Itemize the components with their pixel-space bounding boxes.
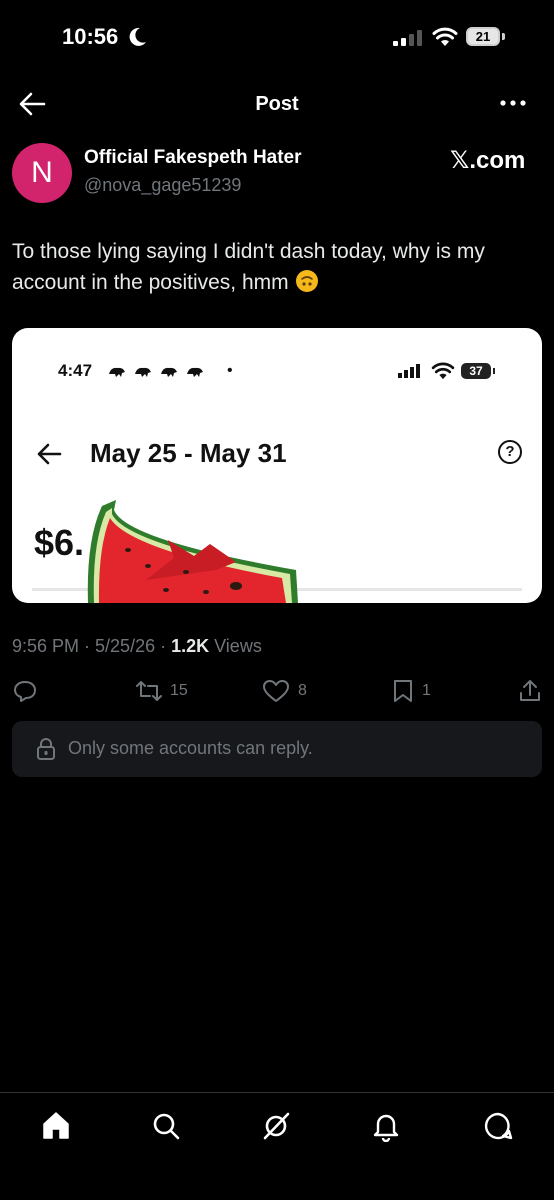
embedded-battery-indicator: 37 (461, 363, 491, 379)
wifi-icon (432, 27, 458, 46)
share-button[interactable] (518, 678, 542, 704)
cell-signal-icon (393, 30, 422, 46)
search-icon[interactable] (150, 1110, 182, 1142)
embedded-date-range: May 25 - May 31 (90, 438, 287, 468)
heart-icon (263, 680, 289, 702)
embedded-earnings-amount: $6. (34, 522, 85, 563)
messages-icon[interactable] (482, 1110, 514, 1142)
author-name[interactable]: Official Fakespeth Hater (84, 147, 302, 169)
post-image[interactable]: 4:47 • 37 May 25 - May 31 ? $6. (12, 328, 542, 603)
x-com-watermark: 𝕏.com (450, 147, 526, 174)
embedded-status-dot: • (227, 362, 233, 379)
repost-count: 15 (170, 682, 188, 699)
embedded-back-arrow-icon (37, 443, 62, 465)
avatar[interactable]: N (12, 143, 72, 203)
bird-notification-icon (109, 367, 125, 377)
bookmark-button[interactable]: 1 (392, 678, 431, 704)
reply-restriction-text: Only some accounts can reply. (68, 738, 313, 758)
reply-button[interactable] (12, 678, 38, 704)
bookmark-count: 1 (422, 682, 431, 699)
lock-icon (37, 738, 55, 760)
reply-icon (14, 681, 36, 702)
embedded-status-time: 4:47 (58, 361, 93, 380)
home-icon[interactable] (40, 1110, 72, 1142)
bird-notification-icon (161, 367, 177, 377)
more-options-icon[interactable] (496, 92, 530, 114)
battery-tip (502, 33, 505, 40)
post-timestamp: 9:56 PM · 5/25/26 · (12, 636, 172, 656)
watermelon-sticker-icon (87, 500, 299, 603)
embedded-battery-tip (493, 368, 495, 374)
post-meta: 9:56 PM · 5/25/26 · 1.2K Views (12, 636, 262, 657)
views-label: Views (209, 636, 262, 656)
embedded-help-icon: ? (498, 440, 522, 464)
status-time: 10:56 (62, 24, 119, 49)
moon-icon (129, 27, 146, 46)
grok-icon[interactable] (260, 1110, 292, 1142)
views-count: 1.2K (171, 636, 210, 656)
post-body: To those lying saying I didn't dash toda… (12, 240, 485, 294)
reply-restriction-banner: Only some accounts can reply. (12, 721, 542, 777)
embedded-signal-icon (398, 364, 420, 378)
like-button[interactable]: 8 (262, 678, 307, 704)
embedded-wifi-icon (431, 362, 455, 380)
repost-icon (136, 681, 162, 701)
repost-button[interactable]: 15 (136, 678, 188, 704)
upside-down-face-emoji-icon (296, 270, 319, 292)
page-title: Post (255, 93, 299, 115)
share-icon (520, 680, 540, 701)
post-text: To those lying saying I didn't dash toda… (12, 236, 542, 298)
nav-divider (0, 1092, 554, 1093)
like-count: 8 (298, 682, 307, 699)
notifications-icon[interactable] (370, 1110, 402, 1142)
battery-indicator: 21 (466, 27, 500, 46)
bookmark-icon (394, 680, 412, 702)
bird-notification-icon (187, 367, 203, 377)
author-handle[interactable]: @nova_gage51239 (84, 175, 241, 196)
bird-notification-icon (135, 367, 151, 377)
